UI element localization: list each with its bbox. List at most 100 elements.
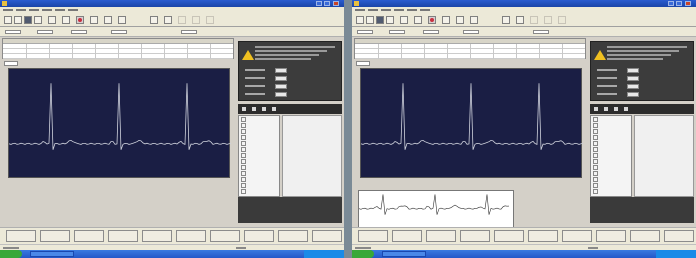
function-button[interactable] bbox=[630, 230, 660, 242]
toolbar-icon[interactable] bbox=[624, 107, 628, 111]
option-dropdown[interactable] bbox=[181, 30, 197, 34]
option-dropdown[interactable] bbox=[71, 30, 87, 34]
option-dropdown[interactable] bbox=[533, 30, 549, 34]
close-button[interactable] bbox=[333, 1, 339, 6]
option-dropdown[interactable] bbox=[463, 30, 479, 34]
toolbar-icon[interactable] bbox=[428, 16, 436, 24]
close-button[interactable] bbox=[685, 1, 691, 6]
toolbar-icon[interactable] bbox=[192, 16, 200, 24]
lead-checkbox[interactable] bbox=[239, 188, 279, 194]
option-selector[interactable] bbox=[462, 30, 479, 35]
maximize-button[interactable] bbox=[676, 1, 682, 6]
toolbar-icon[interactable] bbox=[242, 107, 246, 111]
option-dropdown[interactable] bbox=[111, 30, 127, 34]
toolbar-icon[interactable] bbox=[252, 107, 256, 111]
field-input[interactable] bbox=[627, 92, 639, 97]
taskbar-app-button[interactable] bbox=[30, 251, 74, 257]
toolbar-icon[interactable] bbox=[400, 16, 408, 24]
toolbar-icon[interactable] bbox=[614, 107, 618, 111]
toolbar-icon[interactable] bbox=[516, 16, 524, 24]
function-button[interactable] bbox=[74, 230, 104, 242]
option-selector[interactable] bbox=[110, 30, 127, 35]
function-button[interactable] bbox=[278, 230, 308, 242]
menu-item[interactable] bbox=[3, 9, 13, 11]
field-input[interactable] bbox=[275, 84, 287, 89]
toolbar-icon[interactable] bbox=[356, 16, 364, 24]
toolbar-icon[interactable] bbox=[206, 16, 214, 24]
toolbar-icon[interactable] bbox=[594, 107, 598, 111]
menu-item[interactable] bbox=[29, 9, 39, 11]
minimize-button[interactable] bbox=[316, 1, 322, 6]
toolbar-icon[interactable] bbox=[414, 16, 422, 24]
toolbar-icon[interactable] bbox=[62, 16, 70, 24]
toolbar-icon[interactable] bbox=[530, 16, 538, 24]
option-dropdown[interactable] bbox=[37, 30, 53, 34]
toolbar-icon[interactable] bbox=[90, 16, 98, 24]
option-selector[interactable] bbox=[532, 30, 549, 35]
option-selector[interactable] bbox=[180, 30, 197, 35]
option-selector[interactable] bbox=[70, 30, 87, 35]
function-button[interactable] bbox=[460, 230, 490, 242]
field-input[interactable] bbox=[275, 68, 287, 73]
function-button[interactable] bbox=[176, 230, 206, 242]
function-button[interactable] bbox=[358, 230, 388, 242]
toolbar-icon[interactable] bbox=[4, 16, 12, 24]
toolbar-icon[interactable] bbox=[604, 107, 608, 111]
toolbar-icon[interactable] bbox=[376, 16, 384, 24]
function-button[interactable] bbox=[528, 230, 558, 242]
option-selector[interactable] bbox=[388, 30, 405, 35]
option-selector[interactable] bbox=[4, 30, 21, 35]
function-button[interactable] bbox=[40, 230, 70, 242]
toolbar-icon[interactable] bbox=[76, 16, 84, 24]
menu-item[interactable] bbox=[68, 9, 78, 11]
option-dropdown[interactable] bbox=[357, 30, 373, 34]
toolbar-icon[interactable] bbox=[502, 16, 510, 24]
option-dropdown[interactable] bbox=[5, 30, 21, 34]
function-button[interactable] bbox=[108, 230, 138, 242]
option-selector[interactable] bbox=[36, 30, 53, 35]
view-tab[interactable] bbox=[356, 61, 370, 66]
function-button[interactable] bbox=[562, 230, 592, 242]
toolbar-icon[interactable] bbox=[544, 16, 552, 24]
toolbar-icon[interactable] bbox=[118, 16, 126, 24]
function-button[interactable] bbox=[210, 230, 240, 242]
taskbar-app-button[interactable] bbox=[382, 251, 426, 257]
field-input[interactable] bbox=[275, 76, 287, 81]
function-button[interactable] bbox=[494, 230, 524, 242]
menu-item[interactable] bbox=[381, 9, 391, 11]
menu-item[interactable] bbox=[394, 9, 404, 11]
toolbar-icon[interactable] bbox=[104, 16, 112, 24]
toolbar-icon[interactable] bbox=[558, 16, 566, 24]
start-button[interactable] bbox=[0, 250, 22, 258]
toolbar-icon[interactable] bbox=[14, 16, 22, 24]
toolbar-icon[interactable] bbox=[24, 16, 32, 24]
maximize-button[interactable] bbox=[324, 1, 330, 6]
option-selector[interactable] bbox=[422, 30, 439, 35]
toolbar-icon[interactable] bbox=[366, 16, 374, 24]
function-button[interactable] bbox=[392, 230, 422, 242]
toolbar-icon[interactable] bbox=[386, 16, 394, 24]
menu-item[interactable] bbox=[355, 9, 365, 11]
toolbar-icon[interactable] bbox=[178, 16, 186, 24]
option-selector[interactable] bbox=[356, 30, 373, 35]
menu-item[interactable] bbox=[55, 9, 65, 11]
start-button[interactable] bbox=[352, 250, 374, 258]
function-button[interactable] bbox=[664, 230, 694, 242]
function-button[interactable] bbox=[244, 230, 274, 242]
lead-checkbox[interactable] bbox=[591, 188, 631, 194]
menu-item[interactable] bbox=[407, 9, 417, 11]
menu-item[interactable] bbox=[42, 9, 52, 11]
toolbar-icon[interactable] bbox=[48, 16, 56, 24]
toolbar-icon[interactable] bbox=[272, 107, 276, 111]
field-input[interactable] bbox=[627, 84, 639, 89]
toolbar-icon[interactable] bbox=[34, 16, 42, 24]
menu-item[interactable] bbox=[420, 9, 430, 11]
toolbar-icon[interactable] bbox=[470, 16, 478, 24]
function-button[interactable] bbox=[426, 230, 456, 242]
function-button[interactable] bbox=[312, 230, 342, 242]
minimize-button[interactable] bbox=[668, 1, 674, 6]
function-button[interactable] bbox=[6, 230, 36, 242]
function-button[interactable] bbox=[596, 230, 626, 242]
toolbar-icon[interactable] bbox=[456, 16, 464, 24]
function-button[interactable] bbox=[142, 230, 172, 242]
